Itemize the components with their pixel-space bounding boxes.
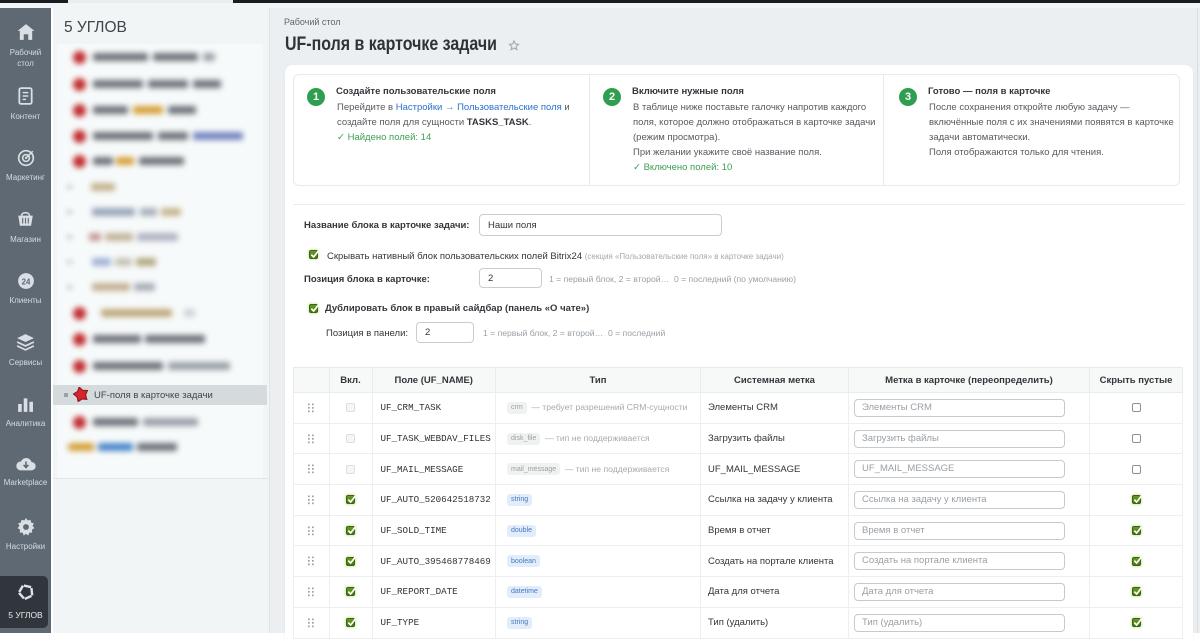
svg-text:24: 24 [21, 277, 30, 286]
